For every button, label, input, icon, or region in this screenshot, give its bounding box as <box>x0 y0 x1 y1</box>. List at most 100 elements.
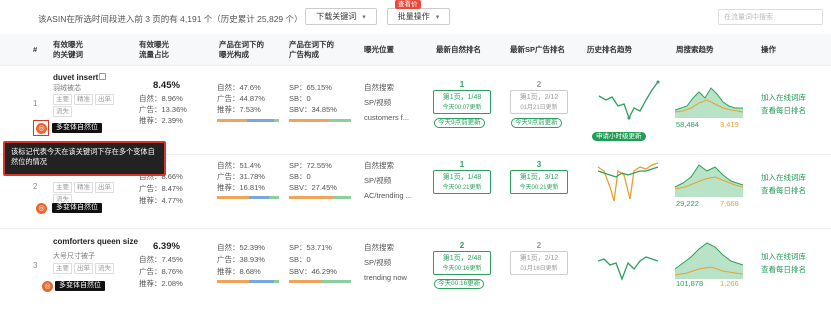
comp-ad: 广告：31.78% <box>217 172 265 181</box>
tag: 主要 <box>53 263 72 274</box>
history-trend-chart <box>598 80 660 120</box>
ad-bar <box>289 119 351 122</box>
position-3: trending now <box>364 273 407 282</box>
col-action: 操作 <box>761 45 776 54</box>
batch-badge: 查看价 <box>395 0 421 9</box>
tag: 流失 <box>53 106 72 117</box>
add-to-library-link[interactable]: 加入在线词库 <box>761 92 806 103</box>
exp-natural: 自然：7.45% <box>139 255 183 264</box>
sp-update-pill[interactable]: 今天9点前更新 <box>511 118 562 128</box>
sp-rank-page: 第1页，2/12 <box>519 94 559 101</box>
view-daily-rank-link[interactable]: 查看每日排名 <box>761 105 806 116</box>
ad-sbv: SBV：46.29% <box>289 267 337 276</box>
natural-update-pill[interactable]: 今天9点前更新 <box>434 118 485 128</box>
view-daily-rank-link[interactable]: 查看每日排名 <box>761 264 806 275</box>
natural-rank-number: 1 <box>459 160 465 169</box>
add-to-library-link[interactable]: 加入在线词库 <box>761 172 806 183</box>
col-traffic-2: 流量占比 <box>139 50 169 59</box>
tag: 流失 <box>95 263 114 274</box>
sp-rank-box[interactable]: 第1页，2/12 01月21日更新 <box>510 90 568 114</box>
comp-rec: 推荐：7.53% <box>217 105 261 114</box>
position-2: SP/视频 <box>364 98 392 107</box>
position-2: SP/视频 <box>364 258 392 267</box>
col-sp-rank: 最新SP广告排名 <box>510 45 566 54</box>
sp-rank-time: 01月16日更新 <box>520 266 558 272</box>
table-row: 3 comforters queen size 大号尺寸被子 主要 出单 流失 6.… <box>0 229 831 311</box>
exp-ad: 广告：8.47% <box>139 184 183 193</box>
composition-bar <box>217 196 279 199</box>
natural-rank-box[interactable]: 第1页，1/48 今天00:07更新 <box>433 90 491 114</box>
multi-variant-tooltip: 该标记代表今天在该关键词下存在多个变体自然位的情况 <box>3 141 166 176</box>
weekly-rank-value: 1,266 <box>720 279 739 288</box>
col-history: 历史排名趋势 <box>587 45 632 54</box>
comp-ad: 广告：38.93% <box>217 255 265 264</box>
batch-actions-button[interactable]: 批量操作 ▾ <box>387 8 450 25</box>
ad-sbv: SBV：34.85% <box>289 105 337 114</box>
col-natural-rank: 最新自然排名 <box>436 45 481 54</box>
history-trend-chart <box>597 162 659 202</box>
natural-rank-page: 第1页，1/48 <box>442 174 482 181</box>
weekly-search-chart <box>674 164 744 197</box>
tag: 精准 <box>74 182 93 193</box>
add-to-library-link[interactable]: 加入在线词库 <box>761 251 806 262</box>
multi-variant-icon[interactable]: ◎ <box>36 123 47 134</box>
copy-icon[interactable] <box>99 73 106 80</box>
ad-sb: SB：0 <box>289 94 311 103</box>
sp-rank-page: 第1页，2/12 <box>519 255 559 262</box>
keyword-search-input[interactable]: 在流量词中搜索 <box>718 9 823 25</box>
position-3: AC/trending ... <box>364 191 412 200</box>
tag: 出单 <box>95 94 114 105</box>
exp-ad: 广告：13.36% <box>139 105 187 114</box>
traffic-share: 8.45% <box>153 80 180 91</box>
weekly-rank-value: 7,668 <box>720 199 739 208</box>
position-3: customers f... <box>364 113 410 122</box>
weekly-search-chart <box>674 87 744 118</box>
keyword-text[interactable]: duvet insert <box>53 73 98 82</box>
natural-rank-time: 今天00:21更新 <box>442 185 482 191</box>
keyword-translation: 大号尺寸被子 <box>53 253 95 260</box>
natural-rank-box[interactable]: 第1页，1/48 今天00:21更新 <box>433 170 491 194</box>
col-keyword-2: 的关键词 <box>53 50 83 59</box>
tag: 主要 <box>53 94 72 105</box>
tag: 出单 <box>74 263 93 274</box>
keyword-tags-2: 流失 <box>53 106 74 117</box>
tag: 主要 <box>53 182 72 193</box>
download-label: 下载关键词 <box>316 12 357 21</box>
row-index: 2 <box>33 182 38 191</box>
download-keywords-button[interactable]: 下载关键词 ▾ <box>305 8 377 25</box>
ad-sp: SP：72.55% <box>289 161 332 170</box>
view-daily-rank-link[interactable]: 查看每日排名 <box>761 185 806 196</box>
sp-rank-box[interactable]: 第1页，3/12 今天00:21更新 <box>510 170 568 194</box>
sp-rank-number: 2 <box>536 80 542 89</box>
weekly-search-chart <box>674 242 744 279</box>
ad-sbv: SBV：27.45% <box>289 183 337 192</box>
keyword-tags: 主要 出单 流失 <box>53 263 143 274</box>
hourly-update-button[interactable]: 申请小时级更新 <box>592 132 646 141</box>
sp-rank-number: 3 <box>536 160 542 169</box>
col-index: # <box>33 45 38 54</box>
multi-variant-icon[interactable]: ◎ <box>36 203 47 214</box>
position-2: SP/视频 <box>364 176 392 185</box>
traffic-share: 6.39% <box>153 241 180 252</box>
col-exposure-1: 产品在词下的 <box>219 40 264 49</box>
comp-rec: 推荐：8.68% <box>217 267 261 276</box>
col-position: 曝光位置 <box>364 45 394 54</box>
col-ad-1: 产品在词下的 <box>289 40 334 49</box>
natural-rank-box[interactable]: 第1页，2/48 今天00:16更新 <box>433 251 491 275</box>
keyword-text[interactable]: comforters queen size <box>53 237 138 246</box>
row-index: 1 <box>33 99 38 108</box>
composition-bar <box>217 119 279 122</box>
weekly-search-volume: 101,878 <box>676 279 704 288</box>
multi-variant-label: 多变体自然位 <box>52 203 102 213</box>
tag: 出单 <box>95 182 114 193</box>
composition-bar <box>217 280 279 283</box>
sp-rank-page: 第1页，3/12 <box>519 174 559 181</box>
tag: 精准 <box>74 94 93 105</box>
exp-rec: 推荐：4.77% <box>139 196 183 205</box>
multi-variant-icon[interactable]: ◎ <box>42 281 53 292</box>
position-1: 自然搜索 <box>364 83 394 92</box>
sp-rank-box[interactable]: 第1页，2/12 01月16日更新 <box>510 251 568 275</box>
weekly-search-volume: 58,484 <box>676 120 699 129</box>
multi-variant-label: 多变体自然位 <box>52 123 102 133</box>
col-weekly: 周搜索趋势 <box>676 45 714 54</box>
